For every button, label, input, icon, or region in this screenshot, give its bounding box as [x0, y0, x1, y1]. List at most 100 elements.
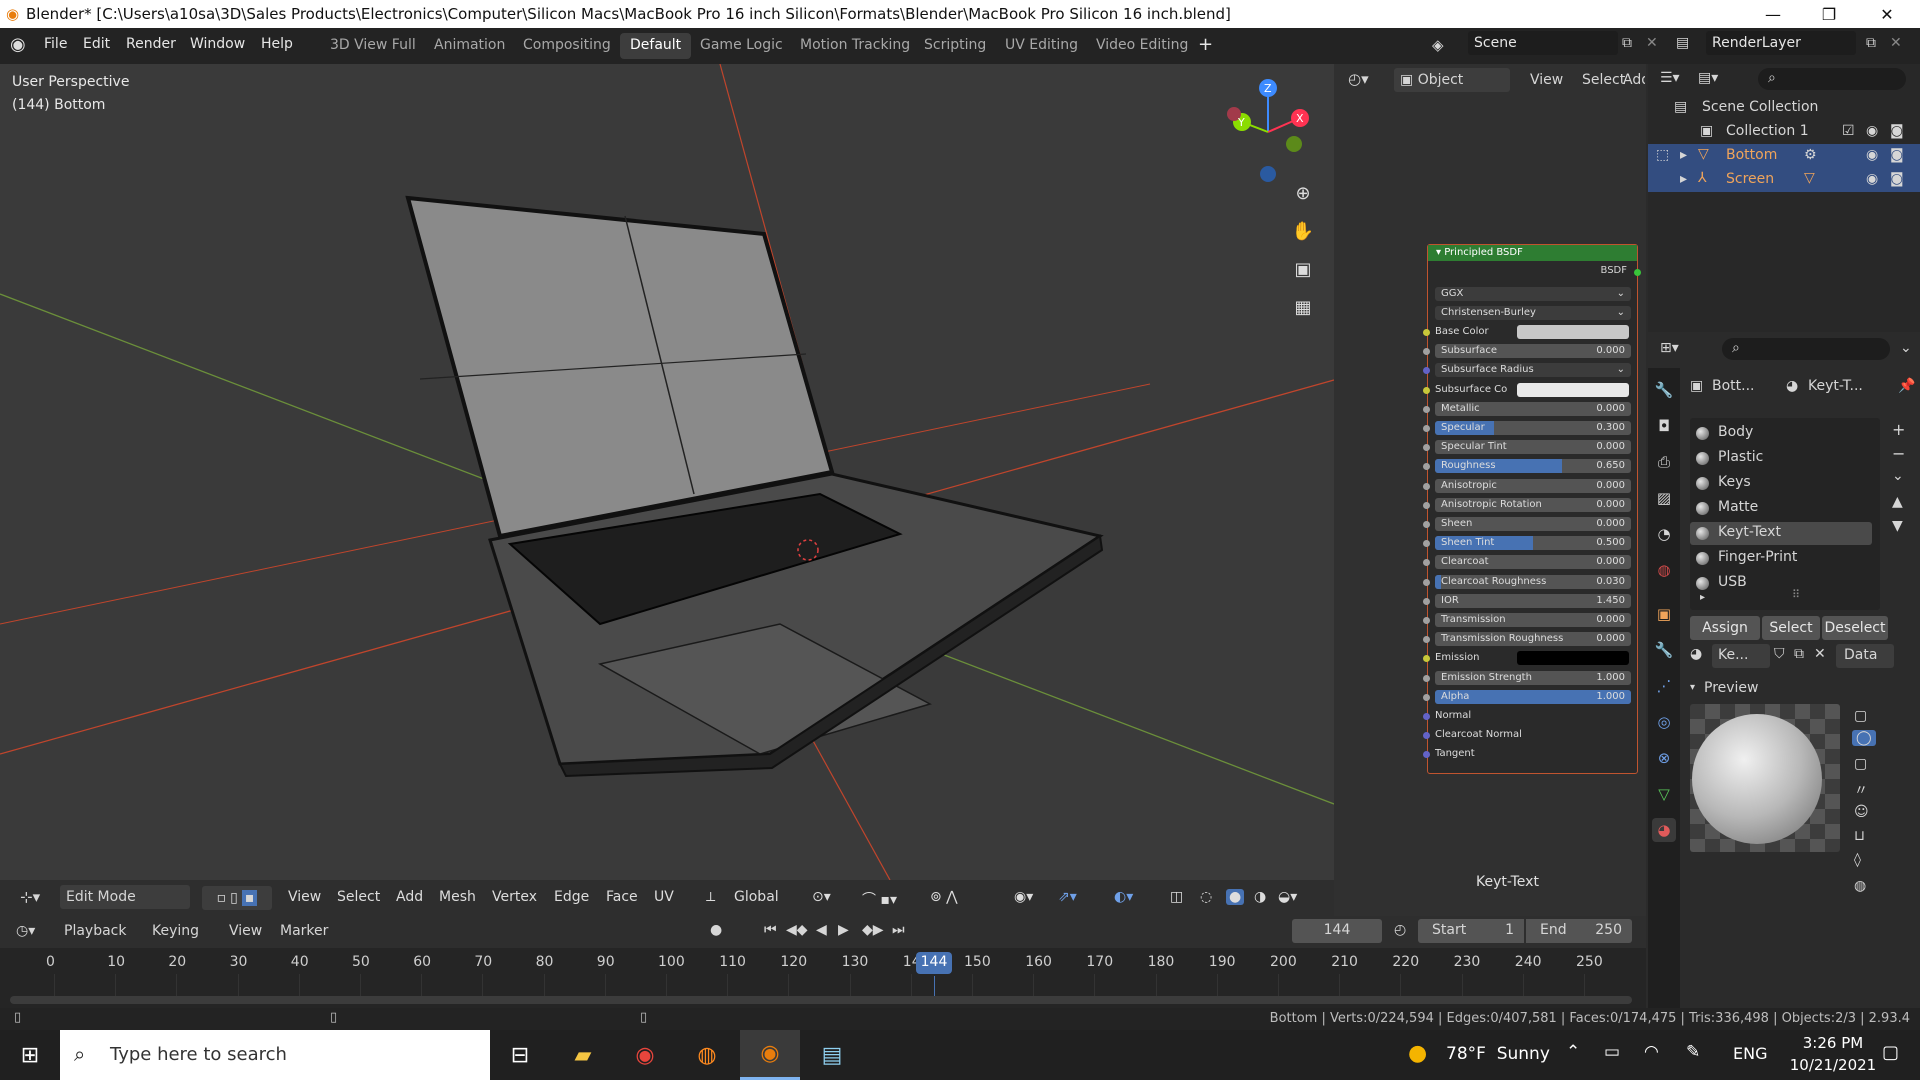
new-scene-icon[interactable]: ⧉: [1622, 35, 1632, 51]
notepad-icon[interactable]: ▤: [802, 1030, 862, 1080]
node-input-metallic[interactable]: 0.000 Metallic: [1423, 401, 1631, 416]
input-socket[interactable]: [1423, 559, 1430, 567]
material-slot[interactable]: USB: [1690, 572, 1872, 595]
node-object-selector[interactable]: ▣ Object: [1394, 68, 1510, 92]
input-socket[interactable]: [1423, 693, 1430, 701]
collapse-arrow-icon[interactable]: ▾: [1690, 682, 1695, 693]
face-select-icon[interactable]: ▪: [241, 890, 258, 906]
node-input-transmission-roughness[interactable]: 0.000 Transmission Roughness: [1423, 632, 1631, 647]
color-swatch[interactable]: [1517, 382, 1629, 397]
constraints-tab-icon[interactable]: ⊗: [1652, 746, 1676, 770]
weather-sun-icon[interactable]: ●: [1408, 1041, 1427, 1066]
3d-viewport[interactable]: User Perspective (144) Bottom Z X Y ⊕ ✋ …: [0, 64, 1334, 916]
move-up-icon[interactable]: ▲: [1892, 494, 1903, 510]
node-input-clearcoat-normal[interactable]: Clearcoat Normal: [1423, 728, 1631, 742]
preview-flat-icon[interactable]: ▢: [1854, 708, 1867, 724]
render-layer-selector[interactable]: RenderLayer: [1706, 31, 1856, 55]
pivot-icon[interactable]: ⊙▾: [812, 889, 831, 905]
select-mode-buttons[interactable]: ▫ ▯ ▪: [202, 886, 272, 910]
scene-selector[interactable]: Scene: [1468, 31, 1618, 55]
pin-icon[interactable]: 📌: [1898, 378, 1915, 394]
material-slot[interactable]: Finger-Print: [1690, 547, 1872, 570]
blender-menu-icon[interactable]: ◉: [10, 34, 26, 55]
distribution-dropdown[interactable]: GGX ⌄: [1435, 287, 1631, 301]
properties-editor[interactable]: ⊞▾ ⌕ ⌄ 🔧 ◘ ⎙ ▨ ◔ ◍ ▣ 🔧 ⋰ ◎ ⊗ ▽ ◕ ▣ Bott.…: [1648, 332, 1920, 1016]
assign-button[interactable]: Assign: [1690, 616, 1760, 640]
input-socket[interactable]: [1423, 367, 1430, 375]
node-input-clearcoat-roughness[interactable]: 0.030 Clearcoat Roughness: [1423, 574, 1631, 589]
material-slot[interactable]: Matte: [1690, 497, 1872, 520]
bsdf-output-socket[interactable]: [1634, 269, 1641, 276]
visibility-icon[interactable]: ◉▾: [1014, 889, 1033, 905]
menu-render[interactable]: Render: [126, 36, 176, 52]
input-socket[interactable]: [1423, 540, 1430, 548]
material-name-field[interactable]: Ke...: [1712, 644, 1770, 668]
tab-scripting[interactable]: Scripting: [914, 33, 996, 59]
node-input-emission[interactable]: Emission: [1423, 651, 1631, 666]
tool-tab-icon[interactable]: 🔧: [1652, 378, 1676, 402]
preview-monkey-icon[interactable]: ☺: [1854, 804, 1869, 820]
preview-panel-label[interactable]: Preview: [1704, 680, 1759, 696]
file-explorer-icon[interactable]: ▰: [553, 1030, 613, 1080]
screen-object-row[interactable]: ▸ ⅄ Screen ▽ ◉ ◙: [1648, 168, 1920, 192]
input-socket[interactable]: [1423, 348, 1430, 356]
node-menu-select[interactable]: Select: [1582, 72, 1625, 88]
wireframe-shading-icon[interactable]: ◌: [1200, 889, 1212, 905]
material-slot[interactable]: Plastic: [1690, 447, 1872, 470]
node-menu-view[interactable]: View: [1530, 72, 1563, 88]
slot-specials-icon[interactable]: ⌄: [1892, 468, 1904, 484]
battery-icon[interactable]: ▭: [1604, 1042, 1620, 1062]
tab-video-editing[interactable]: Video Editing: [1086, 33, 1198, 59]
input-socket[interactable]: [1423, 482, 1430, 490]
collection-1-row[interactable]: ▣ Collection 1 ☑ ◉ ◙: [1648, 120, 1920, 144]
render-camera-icon[interactable]: ◙: [1890, 171, 1904, 187]
remove-slot-icon[interactable]: −: [1892, 444, 1905, 463]
tab-uv-editing[interactable]: UV Editing: [995, 33, 1088, 59]
node-input-normal[interactable]: Normal: [1423, 709, 1631, 723]
principled-bsdf-node[interactable]: ▾ Principled BSDF BSDF GGX ⌄ Christensen…: [1423, 244, 1641, 774]
object-tab-icon[interactable]: ▣: [1652, 602, 1676, 626]
tab-default[interactable]: Default: [620, 33, 692, 59]
timeline-scrollbar[interactable]: [10, 996, 1632, 1004]
tray-chevron-icon[interactable]: ⌃: [1566, 1042, 1580, 1062]
node-input-tangent[interactable]: Tangent: [1423, 747, 1631, 761]
vp-menu-vertex[interactable]: Vertex: [492, 889, 537, 905]
node-input-specular-tint[interactable]: 0.000 Specular Tint: [1423, 440, 1631, 455]
node-input-transmission[interactable]: 0.000 Transmission: [1423, 613, 1631, 627]
node-input-sheen-tint[interactable]: 0.500 Sheen Tint: [1423, 536, 1631, 551]
particles-tab-icon[interactable]: ⋰: [1652, 674, 1676, 698]
vertex-select-icon[interactable]: ▫: [217, 890, 227, 906]
physics-tab-icon[interactable]: ◎: [1652, 710, 1676, 734]
color-swatch[interactable]: [1517, 651, 1629, 666]
properties-search-input[interactable]: ⌕: [1722, 338, 1890, 360]
node-menu-add[interactable]: Add: [1623, 72, 1645, 88]
material-browse-icon[interactable]: ◕: [1690, 646, 1702, 662]
scene-icon[interactable]: ◈: [1432, 36, 1444, 54]
input-socket[interactable]: [1423, 751, 1430, 759]
fake-user-icon[interactable]: ⛉: [1774, 646, 1785, 662]
color-swatch[interactable]: [1517, 325, 1629, 339]
language-indicator[interactable]: ENG: [1733, 1044, 1767, 1063]
clock-date[interactable]: 10/21/2021: [1788, 1056, 1878, 1074]
preview-fluid-icon[interactable]: ◊: [1854, 852, 1861, 868]
new-layer-icon[interactable]: ⧉: [1866, 35, 1876, 51]
options-chevron-icon[interactable]: ⌄: [1900, 340, 1912, 356]
solid-shading-icon[interactable]: ●: [1226, 889, 1245, 905]
outliner-type-icon[interactable]: ☰▾: [1660, 70, 1680, 86]
input-socket[interactable]: [1423, 597, 1430, 605]
minimize-button[interactable]: —: [1750, 0, 1796, 28]
gizmo-toggle-icon[interactable]: ⇗▾: [1058, 889, 1077, 905]
display-mode-icon[interactable]: ▤▾: [1698, 70, 1718, 86]
node-input-ior[interactable]: 1.450 IOR: [1423, 593, 1631, 608]
node-input-alpha[interactable]: 1.000 Alpha: [1423, 689, 1631, 704]
input-socket[interactable]: [1423, 501, 1430, 509]
vp-menu-select[interactable]: Select: [337, 889, 380, 905]
material-slot[interactable]: Keys: [1690, 472, 1872, 495]
maximize-button[interactable]: ❐: [1806, 0, 1852, 28]
windows-start-icon[interactable]: ⊞: [0, 1030, 60, 1080]
tab-game-logic[interactable]: Game Logic: [690, 33, 793, 59]
tab-compositing[interactable]: Compositing: [513, 33, 621, 59]
node-input-roughness[interactable]: 0.650 Roughness: [1423, 459, 1631, 474]
node-input-subsurface-radius[interactable]: ⌄ Subsurface Radius: [1423, 363, 1631, 378]
xray-icon[interactable]: ◫: [1170, 889, 1183, 905]
